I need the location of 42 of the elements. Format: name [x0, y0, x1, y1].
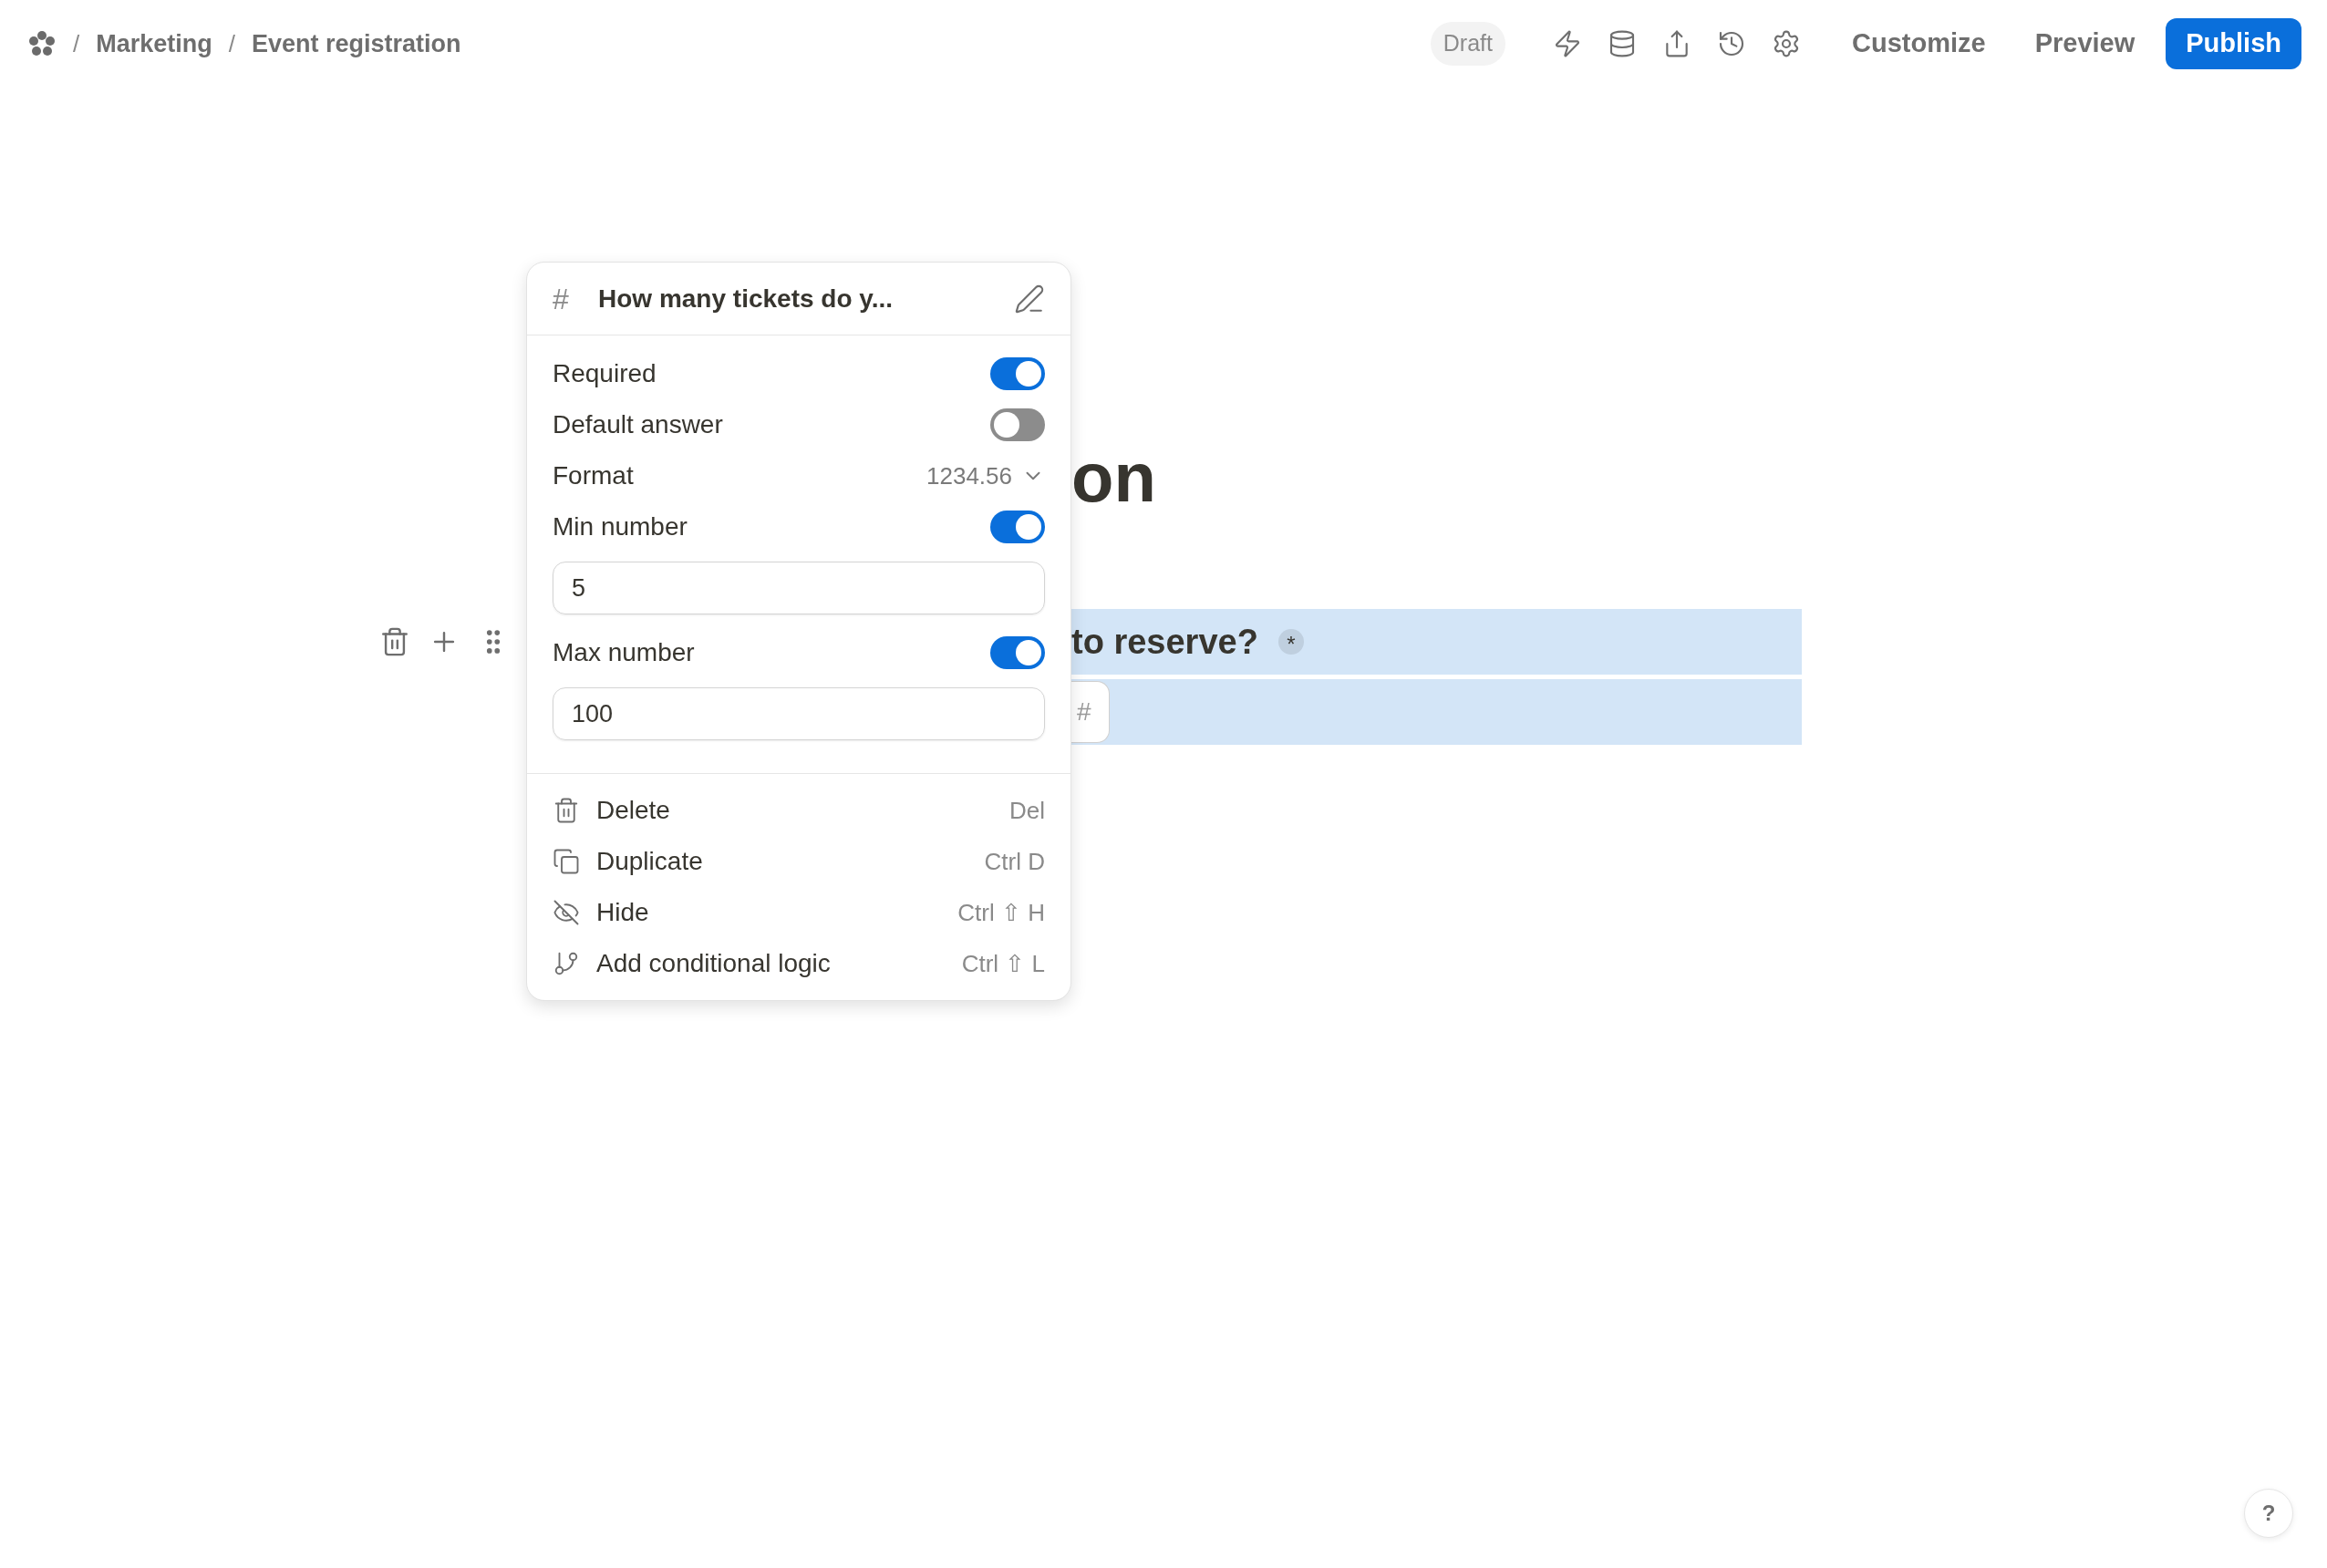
number-input-field[interactable]: 5	[553, 562, 1045, 614]
history-icon[interactable]	[1717, 29, 1746, 58]
setting-label: Format	[553, 460, 634, 491]
number-input-field[interactable]: 100	[553, 687, 1045, 740]
status-badge: Draft	[1430, 22, 1505, 66]
settings-icon[interactable]	[1772, 29, 1801, 58]
copy-icon	[553, 848, 580, 875]
trash-icon	[553, 797, 580, 824]
menu-item[interactable]: Hide Ctrl ⇧ H	[553, 887, 1045, 938]
breadcrumb-link[interactable]: Marketing	[96, 25, 212, 63]
number-type-icon: #	[553, 276, 574, 321]
publish-button[interactable]: Publish	[2166, 18, 2301, 69]
lightning-icon[interactable]	[1553, 29, 1582, 58]
toggle-switch[interactable]	[990, 636, 1045, 669]
form-title: on	[1071, 438, 1156, 516]
setting-label: Required	[553, 358, 657, 389]
eye-off-icon	[553, 899, 580, 926]
edit-icon[interactable]	[1014, 283, 1045, 315]
setting-label: Max number	[553, 637, 695, 668]
setting-label: Default answer	[553, 409, 723, 440]
question-text: to reserve?	[1071, 621, 1258, 663]
menu-item[interactable]: Delete Del	[553, 785, 1045, 836]
number-input[interactable]: #	[1071, 681, 1110, 743]
header-button[interactable]: Preview	[2016, 15, 2154, 73]
toggle-switch[interactable]	[990, 357, 1045, 390]
field-title: How many tickets do y...	[598, 283, 894, 315]
toggle-switch[interactable]	[990, 511, 1045, 543]
help-button[interactable]: ?	[2244, 1489, 2293, 1538]
menu-item[interactable]: Duplicate Ctrl D	[553, 836, 1045, 887]
format-select[interactable]: 1234.56	[926, 458, 1045, 494]
breadcrumb-separator: /	[228, 28, 235, 59]
breadcrumb-link[interactable]: Event registration	[252, 25, 461, 63]
database-icon[interactable]	[1608, 29, 1637, 58]
trash-icon[interactable]	[379, 626, 410, 657]
required-badge: *	[1277, 629, 1304, 655]
setting-label: Min number	[553, 511, 688, 542]
toggle-switch[interactable]	[990, 408, 1045, 441]
logo-icon[interactable]	[27, 29, 57, 58]
branch-icon	[553, 950, 580, 977]
header-button[interactable]: Customize	[1834, 15, 2004, 73]
breadcrumb-separator: /	[73, 28, 80, 59]
menu-item[interactable]: Add conditional logic Ctrl ⇧ L	[553, 938, 1045, 989]
